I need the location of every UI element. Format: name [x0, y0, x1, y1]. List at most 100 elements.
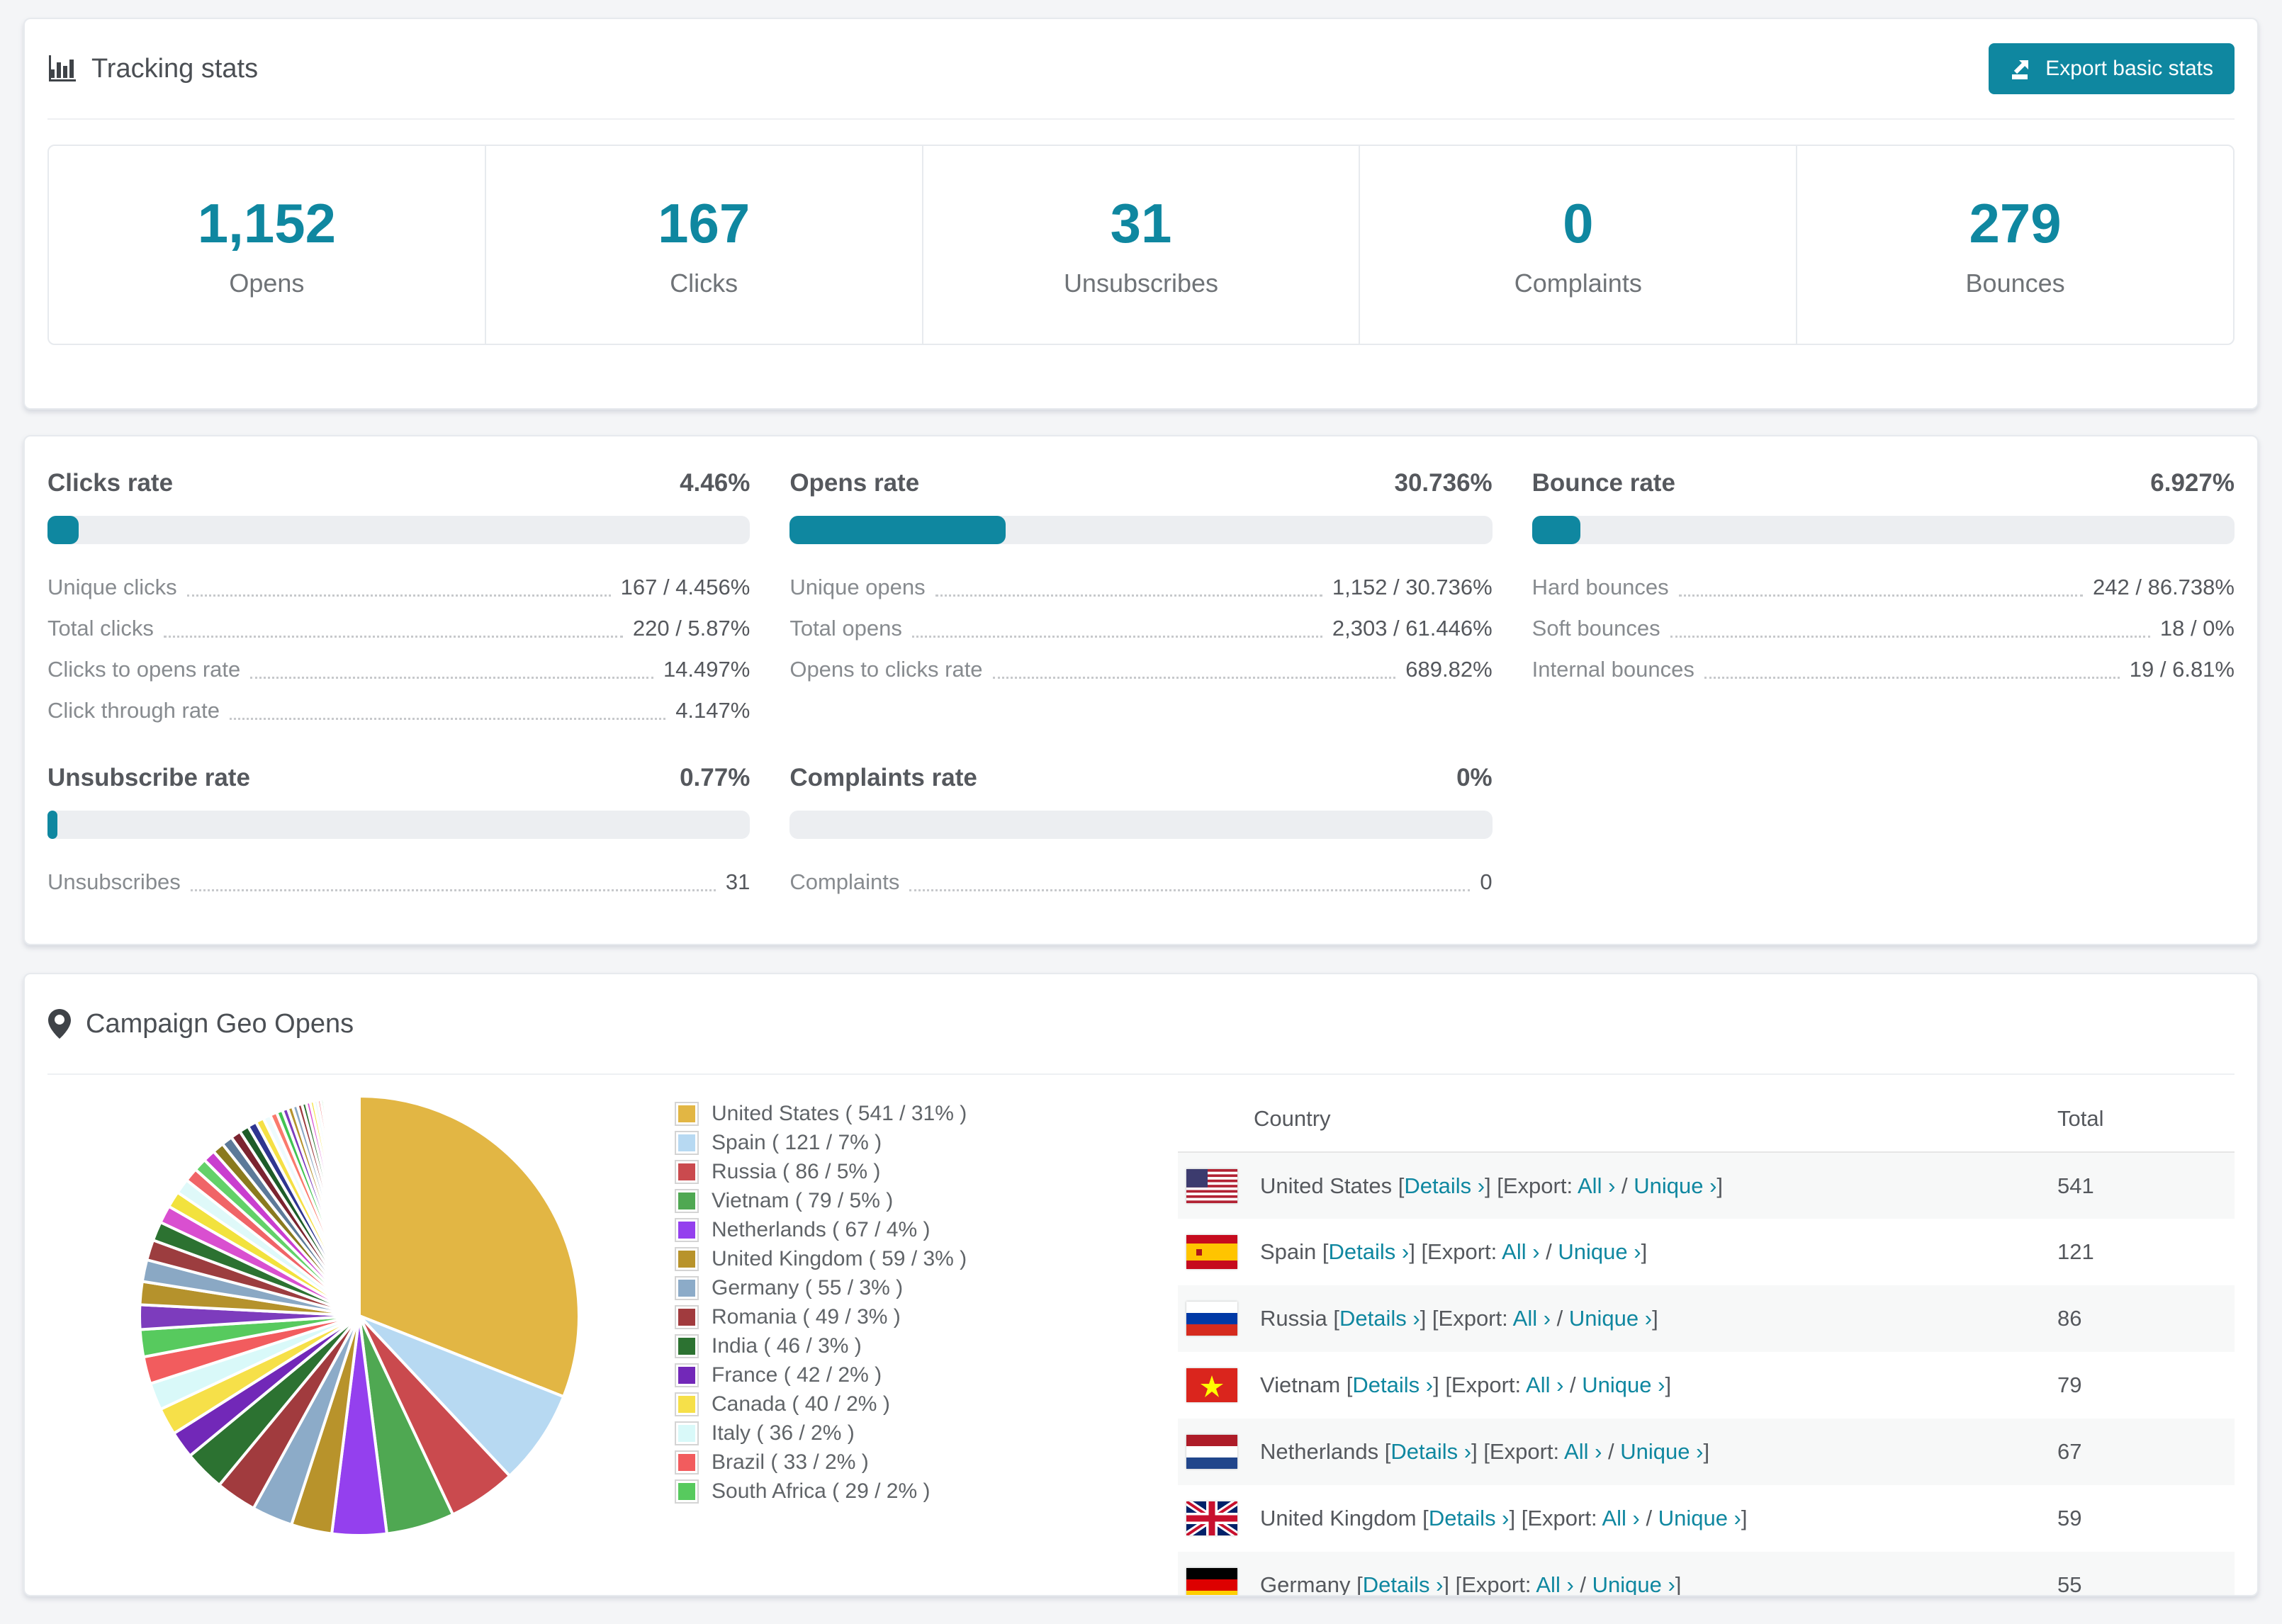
legend-item-es: Spain ( 121 / 7% ) — [675, 1128, 1178, 1157]
legend-item-it: Italy ( 36 / 2% ) — [675, 1419, 1178, 1448]
rate-row: Clicks to opens rate 14.497% — [47, 649, 750, 690]
details-link[interactable]: Details › — [1329, 1239, 1410, 1264]
legend-label: United States ( 541 / 31% ) — [712, 1101, 967, 1125]
legend-item-ro: Romania ( 49 / 3% ) — [675, 1302, 1178, 1331]
country-total: 86 — [2057, 1306, 2082, 1331]
legend-label: Spain ( 121 / 7% ) — [712, 1130, 882, 1154]
dotted-leader — [1670, 636, 2150, 638]
legend-swatch — [675, 1275, 699, 1300]
legend-label: France ( 42 / 2% ) — [712, 1363, 882, 1387]
summary-cell-unsubscribes: 31 Unsubscribes — [923, 146, 1361, 344]
rate-progress-fill — [1531, 516, 1581, 544]
rate-row-value: 242 / 86.738% — [2093, 575, 2235, 599]
rates-card: Clicks rate 4.46% Unique clicks 167 / 4.456… — [23, 435, 2259, 945]
export-basic-stats-button[interactable]: Export basic stats — [1989, 43, 2235, 94]
details-link[interactable]: Details › — [1429, 1506, 1510, 1530]
rate-row-label: Total opens — [789, 616, 902, 641]
details-link[interactable]: Details › — [1339, 1306, 1420, 1331]
tracking-stats-header: Tracking stats Export basic stats — [47, 19, 2235, 120]
rate-block-unsubscribe-rate: Unsubscribe rate 0.77% Unsubscribes 31 — [47, 764, 751, 903]
geo-table-row-ru: Russia [Details ›] [Export: All › / Uniq… — [1178, 1285, 2235, 1352]
export-unique-link[interactable]: Unique › — [1582, 1372, 1665, 1397]
rate-row: Complaints 0 — [789, 862, 1492, 903]
rates-grid: Clicks rate 4.46% Unique clicks 167 / 4.456… — [25, 436, 2257, 903]
rate-block-complaints-rate: Complaints rate 0% Complaints 0 — [789, 764, 1493, 903]
geo-table-row-vn: Vietnam [Details ›] [Export: All › / Uni… — [1178, 1352, 2235, 1419]
dotted-leader — [229, 718, 666, 720]
summary-label: Opens — [229, 269, 305, 298]
rate-row: Opens to clicks rate 689.82% — [789, 649, 1492, 690]
rate-row-label: Opens to clicks rate — [789, 657, 983, 682]
details-link[interactable]: Details › — [1363, 1572, 1444, 1595]
geo-table: Country Total United States [Details ›] … — [1178, 1089, 2235, 1595]
export-unique-link[interactable]: Unique › — [1558, 1239, 1641, 1264]
rate-row-label: Complaints — [789, 869, 900, 894]
us-flag-icon — [1186, 1168, 1237, 1203]
legend-item-de: Germany ( 55 / 3% ) — [675, 1273, 1178, 1302]
rate-progress-fill — [47, 811, 57, 839]
export-all-link[interactable]: All › — [1526, 1372, 1563, 1397]
rate-title: Bounce rate — [1531, 469, 1675, 497]
summary-value: 1,152 — [197, 192, 336, 254]
summary-cell-complaints: 0 Complaints — [1360, 146, 1798, 344]
legend-item-br: Brazil ( 33 / 2% ) — [675, 1448, 1178, 1477]
legend-item-fr: France ( 42 / 2% ) — [675, 1360, 1178, 1389]
export-unique-link[interactable]: Unique › — [1569, 1306, 1652, 1331]
legend-swatch — [675, 1363, 699, 1387]
details-link[interactable]: Details › — [1352, 1372, 1433, 1397]
rate-progress-track — [47, 811, 751, 839]
gb-flag-icon — [1186, 1501, 1237, 1535]
export-unique-link[interactable]: Unique › — [1592, 1572, 1675, 1595]
rate-row-label: Clicks to opens rate — [47, 657, 241, 682]
campaign-geo-opens-card: Campaign Geo Opens United States (541 / … — [23, 973, 2259, 1596]
rate-progress-track — [1531, 516, 2235, 544]
geo-table-row-nl: Netherlands [Details ›] [Export: All › /… — [1178, 1419, 2235, 1485]
country-cell-text: Vietnam [Details ›] [Export: All › / Uni… — [1260, 1372, 1672, 1397]
rate-row-label: Click through rate — [47, 698, 220, 723]
summary-label: Bounces — [1965, 269, 2065, 298]
country-cell-text: Russia [Details ›] [Export: All › / Uniq… — [1260, 1306, 1658, 1331]
export-unique-link[interactable]: Unique › — [1620, 1439, 1703, 1464]
rate-block-bounce-rate: Bounce rate 6.927% Hard bounces 242 / 86.73… — [1531, 469, 2235, 731]
rate-row-value: 2,303 / 61.446% — [1332, 616, 1493, 641]
rate-percent: 4.46% — [680, 469, 751, 497]
details-link[interactable]: Details › — [1404, 1173, 1485, 1198]
geo-body: United States (541 / 31% ) Spain (121 / 7… — [25, 1075, 2257, 1595]
rate-progress-fill — [789, 516, 1006, 544]
rate-rows: Complaints 0 — [789, 862, 1492, 903]
legend-label: India ( 46 / 3% ) — [712, 1333, 862, 1358]
export-unique-link[interactable]: Unique › — [1658, 1506, 1741, 1530]
dotted-leader — [1678, 594, 2084, 597]
country-cell-text: Netherlands [Details ›] [Export: All › /… — [1260, 1439, 1710, 1464]
rate-title: Opens rate — [789, 469, 920, 497]
rate-row: Unique clicks 167 / 4.456% — [47, 567, 750, 608]
summary-cell-clicks: 167 Clicks — [486, 146, 923, 344]
rate-percent: 0% — [1456, 764, 1493, 791]
rate-row-value: 31 — [725, 869, 751, 894]
legend-swatch — [675, 1479, 699, 1504]
dotted-leader — [250, 677, 653, 679]
rate-row: Total clicks 220 / 5.87% — [47, 608, 750, 649]
geo-opens-pie-svg: United States (541 / 31% )Spain (121 / 7… — [138, 1094, 580, 1538]
legend-swatch — [675, 1101, 699, 1126]
geo-table-row-es: Spain [Details ›] [Export: All › / Uniqu… — [1178, 1219, 2235, 1285]
export-all-link[interactable]: All › — [1502, 1239, 1539, 1264]
summary-stats-box: 1,152 Opens 167 Clicks 31 Unsubscribes 0 Compla… — [47, 145, 2235, 345]
export-all-link[interactable]: All › — [1513, 1306, 1551, 1331]
export-unique-link[interactable]: Unique › — [1634, 1173, 1716, 1198]
export-all-link[interactable]: All › — [1602, 1506, 1639, 1530]
legend-item-ca: Canada ( 40 / 2% ) — [675, 1389, 1178, 1419]
geo-table-row-us: United States [Details ›] [Export: All ›… — [1178, 1152, 2235, 1219]
map-pin-icon — [48, 1009, 71, 1039]
export-all-link[interactable]: All › — [1564, 1439, 1602, 1464]
rate-progress-track — [789, 516, 1493, 544]
dotted-leader — [163, 636, 623, 638]
legend-swatch — [675, 1188, 699, 1213]
export-all-link[interactable]: All › — [1578, 1173, 1615, 1198]
export-all-link[interactable]: All › — [1536, 1572, 1573, 1595]
details-link[interactable]: Details › — [1390, 1439, 1471, 1464]
dotted-leader — [909, 889, 1471, 891]
rate-percent: 6.927% — [2150, 469, 2235, 497]
summary-label: Unsubscribes — [1063, 269, 1219, 298]
page-title: Tracking stats — [91, 53, 259, 84]
